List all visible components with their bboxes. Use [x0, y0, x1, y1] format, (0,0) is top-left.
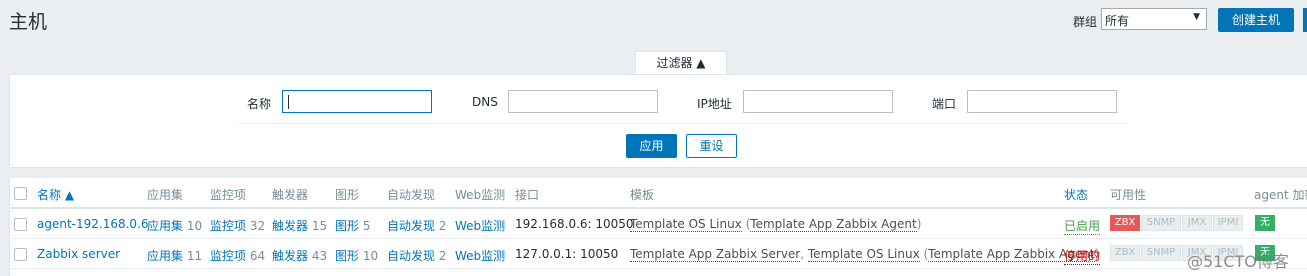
filter-name-input[interactable]	[282, 90, 432, 113]
triggers-count: 15	[311, 219, 328, 233]
templates-cell: Template App Zabbix Server, Template OS …	[630, 247, 1099, 262]
template-separator: ,	[800, 247, 808, 261]
graphs-count: 10	[362, 249, 379, 263]
template-paren-close: )	[916, 217, 922, 231]
header-web: Web监测	[455, 188, 506, 202]
header-items: 监控项	[210, 188, 247, 202]
filter-toggle-tab[interactable]: 过滤器 ▲	[635, 51, 727, 75]
triggers-count: 43	[311, 249, 328, 263]
filter-port-input[interactable]	[967, 90, 1117, 113]
snmp-availability-badge: SNMP	[1141, 245, 1181, 261]
discovery-link[interactable]: 自动发现	[387, 219, 435, 233]
page-header: 主机 群组 所有 ▼ 创建主机	[0, 0, 1307, 40]
header-templates: 模板	[630, 188, 655, 202]
filter-dns-label: DNS	[472, 95, 498, 109]
host-name-link[interactable]: Zabbix server	[37, 247, 120, 261]
status-toggle[interactable]: 已启用	[1064, 217, 1101, 235]
template-link[interactable]: Template OS Linux	[807, 247, 920, 262]
header-apps: 应用集	[147, 188, 184, 202]
snmp-availability-badge: SNMP	[1141, 215, 1181, 231]
graphs-link[interactable]: 图形	[335, 219, 359, 233]
select-all-checkbox[interactable]	[14, 187, 27, 200]
template-paren-open: (	[919, 247, 929, 261]
text-caret	[288, 95, 289, 109]
templates-cell: Template OS Linux (Template App Zabbix A…	[630, 217, 922, 232]
discovery-count: 2	[438, 219, 447, 233]
table-row: agent-192.168.0.6 应用集 10 监控项 32 触发器 15 图…	[10, 209, 1307, 239]
filter-divider	[238, 123, 1127, 124]
items-count: 32	[249, 219, 266, 233]
status-toggle[interactable]: 停用的	[1064, 247, 1101, 265]
header-availability: 可用性	[1110, 188, 1147, 202]
header-interface: 接口	[515, 188, 540, 202]
watermark: @51CTO博客	[1187, 252, 1289, 271]
filter-ip-input[interactable]	[743, 90, 893, 113]
row-checkbox[interactable]	[14, 248, 27, 261]
create-host-button[interactable]: 创建主机	[1218, 8, 1294, 32]
filter-dns-input[interactable]	[508, 90, 658, 113]
header-agent-encryption: agent 加密	[1254, 188, 1307, 202]
template-link[interactable]: Template OS Linux	[630, 217, 742, 232]
triggers-link[interactable]: 触发器	[272, 249, 308, 263]
apps-link[interactable]: 应用集	[147, 249, 183, 263]
apps-count: 10	[186, 219, 203, 233]
extra-button-edge[interactable]	[1303, 8, 1307, 32]
template-link[interactable]: Template App Zabbix Server	[630, 247, 801, 262]
group-label: 群组	[1073, 15, 1098, 29]
filter-panel: 名称 DNS IP地址 端口 应用 重设	[9, 74, 1307, 168]
host-name-link[interactable]: agent-192.168.0.6	[37, 217, 149, 231]
chevron-down-icon: ▼	[1193, 12, 1200, 22]
zbx-availability-badge: ZBX	[1110, 215, 1140, 231]
apps-link[interactable]: 应用集	[147, 219, 183, 233]
header-triggers: 触发器	[272, 188, 309, 202]
table-header-row: 名称 ▲ 应用集 监控项 触发器 图形 自动发现 Web监测 接口 模板 状态 …	[10, 178, 1307, 209]
zbx-availability-badge: ZBX	[1110, 245, 1140, 261]
apply-button[interactable]: 应用	[626, 134, 677, 158]
ipmi-availability-badge: IPMI	[1213, 215, 1243, 231]
jmx-availability-badge: JMX	[1182, 215, 1212, 231]
hosts-table: 名称 ▲ 应用集 监控项 触发器 图形 自动发现 Web监测 接口 模板 状态 …	[9, 178, 1307, 276]
apps-count: 11	[186, 249, 203, 263]
encryption-badge: 无	[1255, 215, 1275, 231]
header-discovery: 自动发现	[387, 188, 436, 202]
items-link[interactable]: 监控项	[210, 249, 246, 263]
graphs-link[interactable]: 图形	[335, 249, 359, 263]
web-link[interactable]: Web监测	[455, 217, 505, 234]
reset-button[interactable]: 重设	[686, 134, 737, 158]
items-count: 64	[249, 249, 266, 263]
discovery-count: 2	[438, 249, 447, 263]
header-status-sort[interactable]: 状态	[1064, 186, 1088, 203]
graphs-count: 5	[362, 219, 371, 233]
interface-value: 127.0.0.1: 10050	[515, 247, 619, 261]
header-name-sort[interactable]: 名称 ▲	[37, 186, 74, 203]
filter-port-label: 端口	[932, 97, 957, 111]
template-paren-open: (	[741, 217, 751, 231]
web-link[interactable]: Web监测	[455, 247, 505, 264]
filter-ip-label: IP地址	[697, 97, 732, 111]
group-select[interactable]: 所有 ▼	[1101, 8, 1207, 30]
table-row: Zabbix server 应用集 11 监控项 64 触发器 43 图形 10…	[10, 239, 1307, 269]
row-checkbox[interactable]	[14, 218, 27, 231]
triggers-link[interactable]: 触发器	[272, 219, 308, 233]
interface-value: 192.168.0.6: 10050	[515, 217, 634, 231]
discovery-link[interactable]: 自动发现	[387, 249, 435, 263]
page-title: 主机	[9, 11, 48, 33]
header-graphs: 图形	[335, 188, 360, 202]
group-select-value: 所有	[1105, 14, 1130, 28]
items-link[interactable]: 监控项	[210, 219, 246, 233]
filter-name-label: 名称	[247, 97, 272, 111]
template-link[interactable]: Template App Zabbix Agent	[750, 217, 917, 232]
